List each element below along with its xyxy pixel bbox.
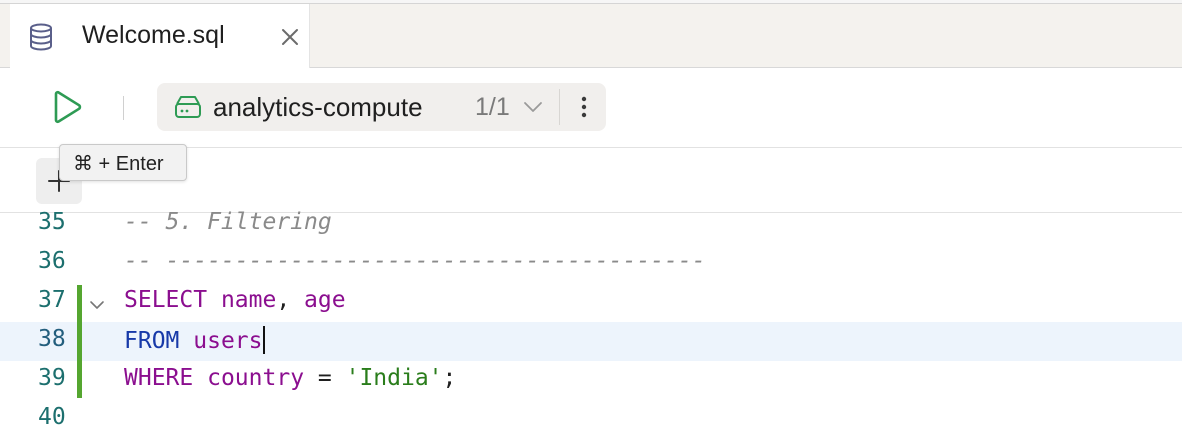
code-text: FROM users <box>124 326 265 354</box>
more-vertical-icon[interactable] <box>570 92 598 122</box>
code-editor[interactable]: 35 -- 5. Filtering 36 -- ------------------… <box>0 209 1182 440</box>
line-number: 38 <box>38 326 66 352</box>
fold-chevron-icon[interactable] <box>89 299 105 311</box>
code-line[interactable]: 37 SELECT name, age <box>0 283 1182 322</box>
tab-label: Welcome.sql <box>82 21 225 49</box>
code-token: age <box>304 287 346 313</box>
code-line[interactable]: 39 WHERE country = 'India'; <box>0 361 1182 400</box>
run-icon[interactable] <box>50 90 84 124</box>
server-icon <box>175 96 201 118</box>
change-marker[interactable] <box>77 285 82 398</box>
code-token: 'India' <box>345 365 443 391</box>
editor-toolbar: analytics-compute 1/1 <box>0 68 1182 148</box>
line-number: 40 <box>38 404 66 430</box>
run-shortcut-tooltip: ⌘ + Enter <box>59 144 187 181</box>
code-line[interactable]: 35 -- 5. Filtering <box>0 205 1182 244</box>
current-code-line[interactable]: 38 FROM users <box>0 322 1182 361</box>
code-text: WHERE country = 'India'; <box>124 365 456 391</box>
line-number: 39 <box>38 365 66 391</box>
code-text: SELECT name, age <box>124 287 346 313</box>
tooltip-text: ⌘ + Enter <box>73 153 164 175</box>
line-number: 35 <box>38 209 66 235</box>
code-token: = <box>304 365 346 391</box>
datasource-name: analytics-compute <box>213 92 423 122</box>
datasource-count: 1/1 <box>475 93 510 121</box>
line-number: 36 <box>38 248 66 274</box>
toolbar-separator <box>123 96 124 120</box>
code-token: , <box>276 287 305 313</box>
database-icon <box>30 23 52 51</box>
code-line[interactable]: 36 -- -----------------------------------… <box>0 244 1182 283</box>
tab-bar: Welcome.sql <box>0 4 1182 68</box>
datasource-selector[interactable]: analytics-compute 1/1 <box>157 83 606 131</box>
code-token: WHERE <box>124 365 194 391</box>
code-token: users <box>193 328 263 354</box>
code-text: -- -------------------------------------… <box>124 248 706 274</box>
code-token: name <box>220 287 277 313</box>
code-token: SELECT <box>124 287 208 313</box>
code-token: country <box>207 365 305 391</box>
code-token: FROM <box>124 328 180 354</box>
line-number: 37 <box>38 287 66 313</box>
code-token: -- -------------------------------------… <box>124 248 706 274</box>
tab-welcome-sql[interactable]: Welcome.sql <box>10 4 310 68</box>
chevron-down-icon[interactable] <box>523 98 543 116</box>
code-line[interactable]: 40 <box>0 400 1182 439</box>
code-text: -- 5. Filtering <box>124 209 332 235</box>
close-icon[interactable] <box>280 27 300 47</box>
code-token: ; <box>442 365 457 391</box>
datasource-divider <box>559 89 560 125</box>
code-token: -- 5. Filtering <box>124 209 332 235</box>
text-cursor <box>262 326 265 354</box>
